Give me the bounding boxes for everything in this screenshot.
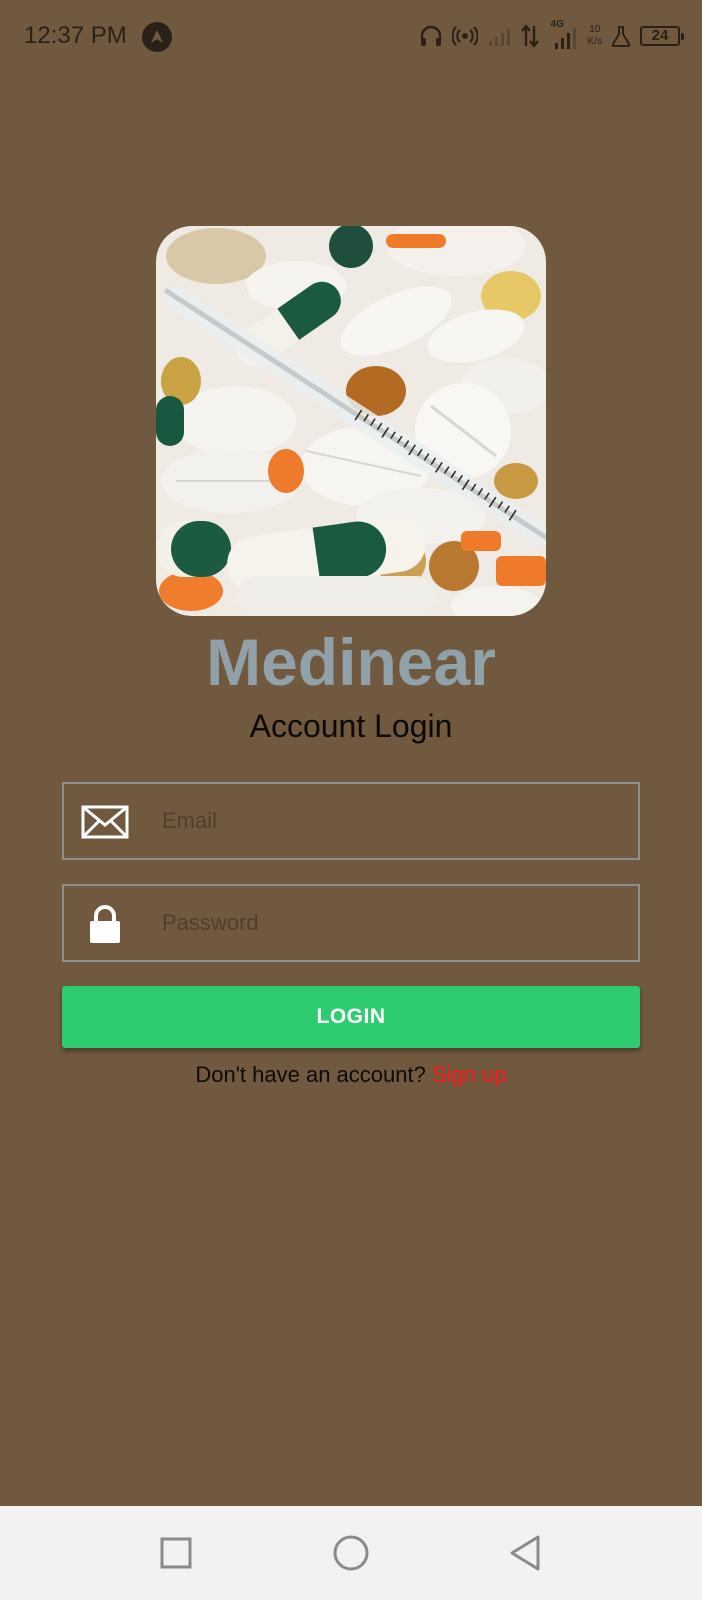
hero-image-pills [156, 226, 546, 616]
envelope-icon [80, 802, 130, 842]
signup-prompt-text: Don't have an account? [195, 1062, 426, 1087]
app-brand-title: Medinear [206, 625, 496, 699]
speed-value: 10 [589, 24, 601, 35]
password-field[interactable] [62, 884, 640, 962]
status-bar: 12:37 PM 4G 10 K/s 24 [0, 0, 702, 72]
flask-icon [611, 25, 631, 47]
system-navigation-bar [0, 1506, 702, 1600]
status-time: 12:37 PM [24, 22, 127, 49]
app-notification-icon [142, 22, 172, 52]
square-icon[interactable] [156, 1533, 196, 1573]
data-transfer-icon [520, 24, 540, 48]
battery-level: 24 [651, 27, 669, 44]
signup-link[interactable]: Sign up [432, 1062, 507, 1087]
triangle-back-icon[interactable] [506, 1533, 546, 1573]
hotspot-icon [451, 25, 478, 47]
headphones-icon [419, 25, 443, 47]
account-login-heading: Account Login [249, 708, 453, 744]
email-field[interactable] [62, 782, 640, 860]
network-speed: 10 K/s [588, 24, 602, 48]
login-screen: 12:37 PM 4G 10 K/s 24 Medinear Account L… [0, 0, 702, 1600]
login-button[interactable]: LOGIN [62, 986, 640, 1048]
status-icons: 4G 10 K/s 24 [419, 18, 684, 54]
circle-icon[interactable] [331, 1533, 371, 1573]
battery-icon: 24 [640, 26, 684, 46]
email-input[interactable] [162, 784, 622, 858]
speed-unit: K/s [587, 36, 602, 47]
signal-weak-icon [487, 25, 511, 47]
signal-4g-icon: 4G [549, 19, 579, 51]
password-input[interactable] [162, 886, 622, 960]
lock-icon [80, 904, 130, 944]
signup-prompt: Don't have an account? Sign up [0, 1062, 702, 1088]
